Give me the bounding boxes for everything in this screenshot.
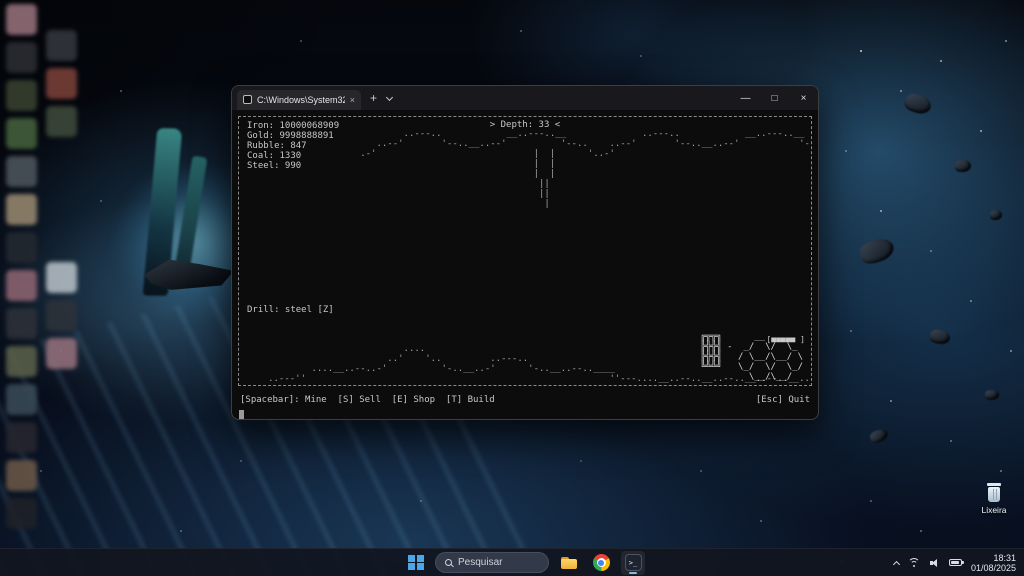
desktop-thumbnail[interactable]: [6, 42, 37, 73]
tray-chevron-icon[interactable]: [893, 560, 900, 567]
recycle-bin[interactable]: Lixeira: [975, 481, 1013, 515]
file-explorer-button[interactable]: [557, 551, 581, 575]
desktop-thumbnail[interactable]: [6, 498, 37, 529]
folder-icon: [561, 557, 577, 569]
quit-hint: [Esc] Quit: [756, 395, 810, 405]
terminal-window: C:\Windows\System32\cmd.e × + — □ × > De…: [231, 85, 819, 420]
desktop-thumbnail[interactable]: [46, 338, 77, 369]
terminal-button[interactable]: >_: [621, 551, 645, 575]
desktop-thumbnail[interactable]: [6, 4, 37, 35]
desktop-thumbnail[interactable]: [46, 106, 77, 137]
desktop-thumbnail[interactable]: [6, 460, 37, 491]
desktop-thumbnail[interactable]: [6, 194, 37, 225]
battery-icon[interactable]: [949, 559, 962, 566]
start-button[interactable]: [405, 552, 427, 574]
desktop-thumbnail[interactable]: [6, 422, 37, 453]
desktop-thumbnail[interactable]: [6, 270, 37, 301]
game-status-line: [Spacebar]: Mine [S] Sell [E] Shop [T] B…: [240, 395, 810, 405]
recycle-bin-label: Lixeira: [975, 505, 1013, 515]
structures-ascii: ╔╦╦╗ __ __ ╠╬╬╣ - _/ \/ \_ ╠╬╬╣ / \__/\_…: [700, 332, 803, 382]
search-icon: [445, 559, 452, 566]
game-field: > Depth: 33 < ..---.. __..---..__ ..---.…: [238, 116, 812, 386]
maximize-button[interactable]: □: [760, 86, 789, 110]
resource-stats: Iron: 10000068909 Gold: 9998888891 Rubbl…: [247, 121, 339, 171]
controls-hint: [Spacebar]: Mine [S] Sell [E] Shop [T] B…: [240, 395, 495, 405]
search-box[interactable]: Pesquisar: [435, 552, 549, 573]
taskbar: Pesquisar >_ 18:31 01/08/2025: [0, 548, 1024, 576]
terminal-content[interactable]: > Depth: 33 < ..---.. __..---..__ ..---.…: [232, 110, 818, 419]
wifi-icon[interactable]: [908, 558, 921, 567]
close-button[interactable]: ×: [789, 86, 818, 110]
cmd-icon: [243, 95, 252, 104]
desktop-thumbnail[interactable]: [6, 346, 37, 377]
chevron-down-icon: [386, 93, 393, 100]
desktop-thumbnail[interactable]: [46, 30, 77, 61]
recycle-bin-icon: [984, 481, 1004, 503]
desktop-thumbnail[interactable]: [46, 68, 77, 99]
clock-time: 18:31: [971, 553, 1016, 563]
desktop-thumbnail[interactable]: [6, 384, 37, 415]
tab-dropdown-button[interactable]: [387, 97, 392, 100]
search-placeholder: Pesquisar: [458, 557, 502, 568]
tab-close-button[interactable]: ×: [350, 95, 355, 105]
terminal-tab[interactable]: C:\Windows\System32\cmd.e ×: [237, 90, 361, 110]
terminal-cursor: [239, 410, 244, 419]
desktop-thumbnails: [0, 0, 90, 548]
desktop-thumbnail[interactable]: [46, 300, 77, 331]
desktop-thumbnail[interactable]: [46, 262, 77, 293]
taskbar-clock[interactable]: 18:31 01/08/2025: [971, 553, 1016, 573]
desktop: Lixeira C:\Windows\System32\cmd.e × + — …: [0, 0, 1024, 576]
minimize-button[interactable]: —: [731, 86, 760, 110]
terminal-titlebar[interactable]: C:\Windows\System32\cmd.e × + — □ ×: [232, 86, 818, 110]
new-tab-button[interactable]: +: [370, 92, 377, 104]
desktop-thumbnail[interactable]: [6, 80, 37, 111]
system-tray: 18:31 01/08/2025: [894, 549, 1016, 576]
desktop-thumbnail[interactable]: [6, 308, 37, 339]
tab-title: C:\Windows\System32\cmd.e: [257, 95, 345, 105]
desktop-thumbnail[interactable]: [6, 156, 37, 187]
chrome-icon: [593, 554, 610, 571]
terminal-icon: >_: [625, 554, 642, 571]
desktop-thumbnail[interactable]: [6, 232, 37, 263]
drill-status: Drill: steel [Z]: [247, 305, 334, 315]
volume-icon[interactable]: [930, 558, 940, 568]
chrome-button[interactable]: [589, 551, 613, 575]
taskbar-center: Pesquisar >_: [405, 549, 645, 576]
clock-date: 01/08/2025: [971, 563, 1016, 573]
desktop-thumbnail[interactable]: [6, 118, 37, 149]
window-controls: — □ ×: [731, 86, 818, 110]
